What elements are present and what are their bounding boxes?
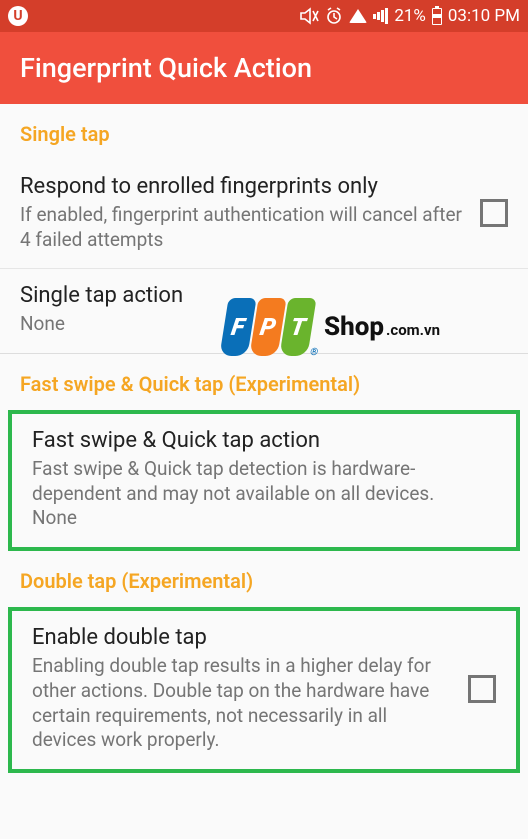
section-header-single-tap: Single tap [0, 104, 528, 160]
setting-title: Single tap action [20, 283, 494, 308]
setting-enable-double-tap[interactable]: Enable double tap Enabling double tap re… [12, 611, 516, 769]
app-bar: Fingerprint Quick Action [0, 32, 528, 104]
mute-icon [299, 7, 319, 25]
status-right: 21% 03:10 PM [299, 6, 520, 26]
page-title: Fingerprint Quick Action [20, 52, 312, 84]
setting-desc: Fast swipe & Quick tap detection is hard… [32, 457, 482, 506]
setting-title: Respond to enrolled fingerprints only [20, 174, 466, 199]
status-left: U [8, 6, 28, 26]
setting-title: Enable double tap [32, 625, 454, 650]
setting-fast-swipe-action[interactable]: Fast swipe & Quick tap action Fast swipe… [12, 414, 516, 547]
setting-respond-enrolled[interactable]: Respond to enrolled fingerprints only If… [0, 160, 528, 269]
section-header-double-tap: Double tap (Experimental) [0, 551, 528, 607]
section-header-fast-swipe: Fast swipe & Quick tap (Experimental) [0, 354, 528, 410]
alarm-icon [325, 7, 343, 25]
setting-desc: If enabled, fingerprint authentication w… [20, 203, 466, 252]
signal-icon [373, 8, 388, 24]
status-bar: U 21% 03:10 PM [0, 0, 528, 32]
setting-value: None [20, 312, 494, 337]
highlight-double-tap: Enable double tap Enabling double tap re… [8, 607, 520, 773]
setting-single-tap-action[interactable]: Single tap action None [0, 269, 528, 353]
checkbox-enable-double-tap[interactable] [468, 675, 496, 703]
setting-desc: Enabling double tap results in a higher … [32, 654, 454, 753]
notification-u-icon: U [8, 6, 28, 26]
setting-value: None [32, 506, 482, 531]
battery-pct: 21% [394, 6, 426, 26]
battery-icon [432, 8, 442, 25]
highlight-fast-swipe: Fast swipe & Quick tap action Fast swipe… [8, 410, 520, 551]
checkbox-respond-enrolled[interactable] [480, 199, 508, 227]
setting-title: Fast swipe & Quick tap action [32, 428, 482, 453]
clock: 03:10 PM [448, 6, 520, 26]
wifi-icon [349, 9, 367, 23]
